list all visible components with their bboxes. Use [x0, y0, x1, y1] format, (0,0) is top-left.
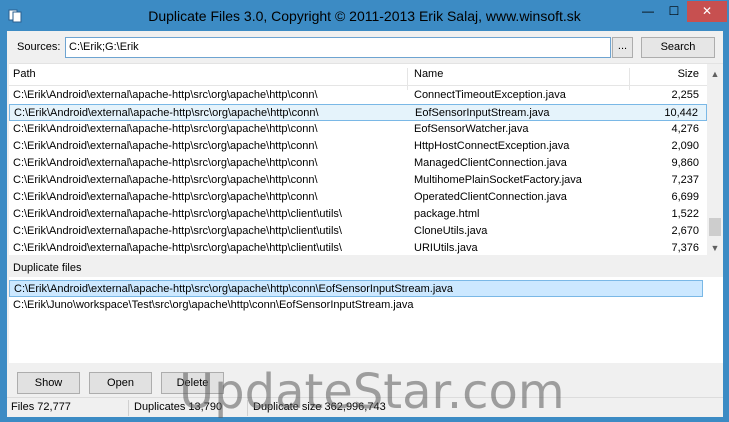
sources-input[interactable]: C:\Erik;G:\Erik — [65, 37, 611, 58]
status-divider — [128, 400, 129, 416]
cell-name: URIUtils.java — [414, 242, 478, 254]
open-button[interactable]: Open — [89, 372, 152, 394]
window-title: Duplicate Files 3.0, Copyright © 2011-20… — [148, 8, 581, 24]
table-row[interactable]: C:\Erik\Android\external\apache-http\src… — [9, 87, 707, 104]
cell-path: C:\Erik\Android\external\apache-http\src… — [13, 242, 342, 254]
maximize-button[interactable]: ☐ — [661, 1, 687, 22]
scroll-thumb[interactable] — [709, 218, 721, 236]
cell-name: package.html — [414, 208, 480, 220]
cell-size: 4,276 — [671, 123, 699, 135]
cell-size: 6,699 — [671, 191, 699, 203]
cell-name: CloneUtils.java — [414, 225, 488, 237]
cell-size: 9,860 — [671, 157, 699, 169]
cell-name: ConnectTimeoutException.java — [414, 89, 566, 101]
cell-path: C:\Erik\Android\external\apache-http\src… — [13, 123, 318, 135]
table-row[interactable]: C:\Erik\Android\external\apache-http\src… — [9, 240, 707, 257]
scroll-up-icon[interactable]: ▲ — [707, 66, 723, 82]
cell-name: EofSensorWatcher.java — [414, 123, 529, 135]
cell-size: 7,237 — [671, 174, 699, 186]
duplicate-files-list[interactable]: C:\Erik\Android\external\apache-http\src… — [9, 277, 723, 363]
table-header: Path Name Size — [9, 64, 707, 90]
table-row[interactable]: C:\Erik\Android\external\apache-http\src… — [9, 172, 707, 189]
app-window: Duplicate Files 3.0, Copyright © 2011-20… — [0, 0, 729, 422]
scroll-down-icon[interactable]: ▼ — [707, 240, 723, 256]
table-row[interactable]: C:\Erik\Android\external\apache-http\src… — [9, 189, 707, 206]
duplicate-files-label: Duplicate files — [13, 262, 82, 274]
results-table[interactable]: Path Name Size C:\Erik\Android\external\… — [9, 63, 723, 257]
cell-path: C:\Erik\Android\external\apache-http\src… — [14, 107, 319, 119]
client-area: Sources: C:\Erik;G:\Erik ... Search Path… — [7, 31, 723, 420]
duplicate-file-path: C:\Erik\Android\external\apache-http\src… — [14, 283, 454, 295]
show-button[interactable]: Show — [17, 372, 80, 394]
cell-size: 2,670 — [671, 225, 699, 237]
cell-name: HttpHostConnectException.java — [414, 140, 570, 152]
browse-button[interactable]: ... — [612, 37, 633, 58]
table-row[interactable]: C:\Erik\Android\external\apache-http\src… — [9, 104, 707, 121]
cell-size: 2,255 — [671, 89, 699, 101]
cell-path: C:\Erik\Android\external\apache-http\src… — [13, 208, 342, 220]
cell-path: C:\Erik\Android\external\apache-http\src… — [13, 225, 342, 237]
sources-label: Sources: — [17, 41, 61, 53]
column-header-size[interactable]: Size — [678, 68, 699, 80]
watermark: UpdateStar.com — [179, 364, 565, 420]
table-row[interactable]: C:\Erik\Android\external\apache-http\src… — [9, 206, 707, 223]
duplicate-file-path: C:\Erik\Juno\workspace\Test\src\org\apac… — [13, 299, 414, 311]
cell-size: 2,090 — [671, 140, 699, 152]
cell-name: EofSensorInputStream.java — [415, 107, 550, 119]
table-scrollbar[interactable]: ▲ ▼ — [707, 64, 723, 256]
cell-path: C:\Erik\Android\external\apache-http\src… — [13, 89, 318, 101]
cell-name: MultihomePlainSocketFactory.java — [414, 174, 582, 186]
table-row[interactable]: C:\Erik\Android\external\apache-http\src… — [9, 155, 707, 172]
cell-size: 7,376 — [671, 242, 699, 254]
duplicate-file-item[interactable]: C:\Erik\Juno\workspace\Test\src\org\apac… — [9, 297, 703, 314]
table-row[interactable]: C:\Erik\Android\external\apache-http\src… — [9, 121, 707, 138]
column-header-path[interactable]: Path — [13, 68, 36, 80]
cell-size: 1,522 — [671, 208, 699, 220]
table-row[interactable]: C:\Erik\Android\external\apache-http\src… — [9, 138, 707, 155]
cell-name: ManagedClientConnection.java — [414, 157, 567, 169]
close-button[interactable]: ✕ — [687, 1, 727, 22]
duplicate-file-item[interactable]: C:\Erik\Android\external\apache-http\src… — [9, 280, 703, 297]
cell-path: C:\Erik\Android\external\apache-http\src… — [13, 191, 318, 203]
status-files: Files 72,777 — [11, 401, 71, 413]
column-header-name[interactable]: Name — [414, 68, 443, 80]
search-button[interactable]: Search — [641, 37, 715, 58]
cell-size: 10,442 — [664, 107, 698, 119]
cell-path: C:\Erik\Android\external\apache-http\src… — [13, 174, 318, 186]
title-bar[interactable]: Duplicate Files 3.0, Copyright © 2011-20… — [1, 1, 728, 31]
cell-path: C:\Erik\Android\external\apache-http\src… — [13, 140, 318, 152]
minimize-button[interactable]: — — [635, 1, 661, 22]
cell-name: OperatedClientConnection.java — [414, 191, 567, 203]
cell-path: C:\Erik\Android\external\apache-http\src… — [13, 157, 318, 169]
table-row[interactable]: C:\Erik\Android\external\apache-http\src… — [9, 223, 707, 240]
